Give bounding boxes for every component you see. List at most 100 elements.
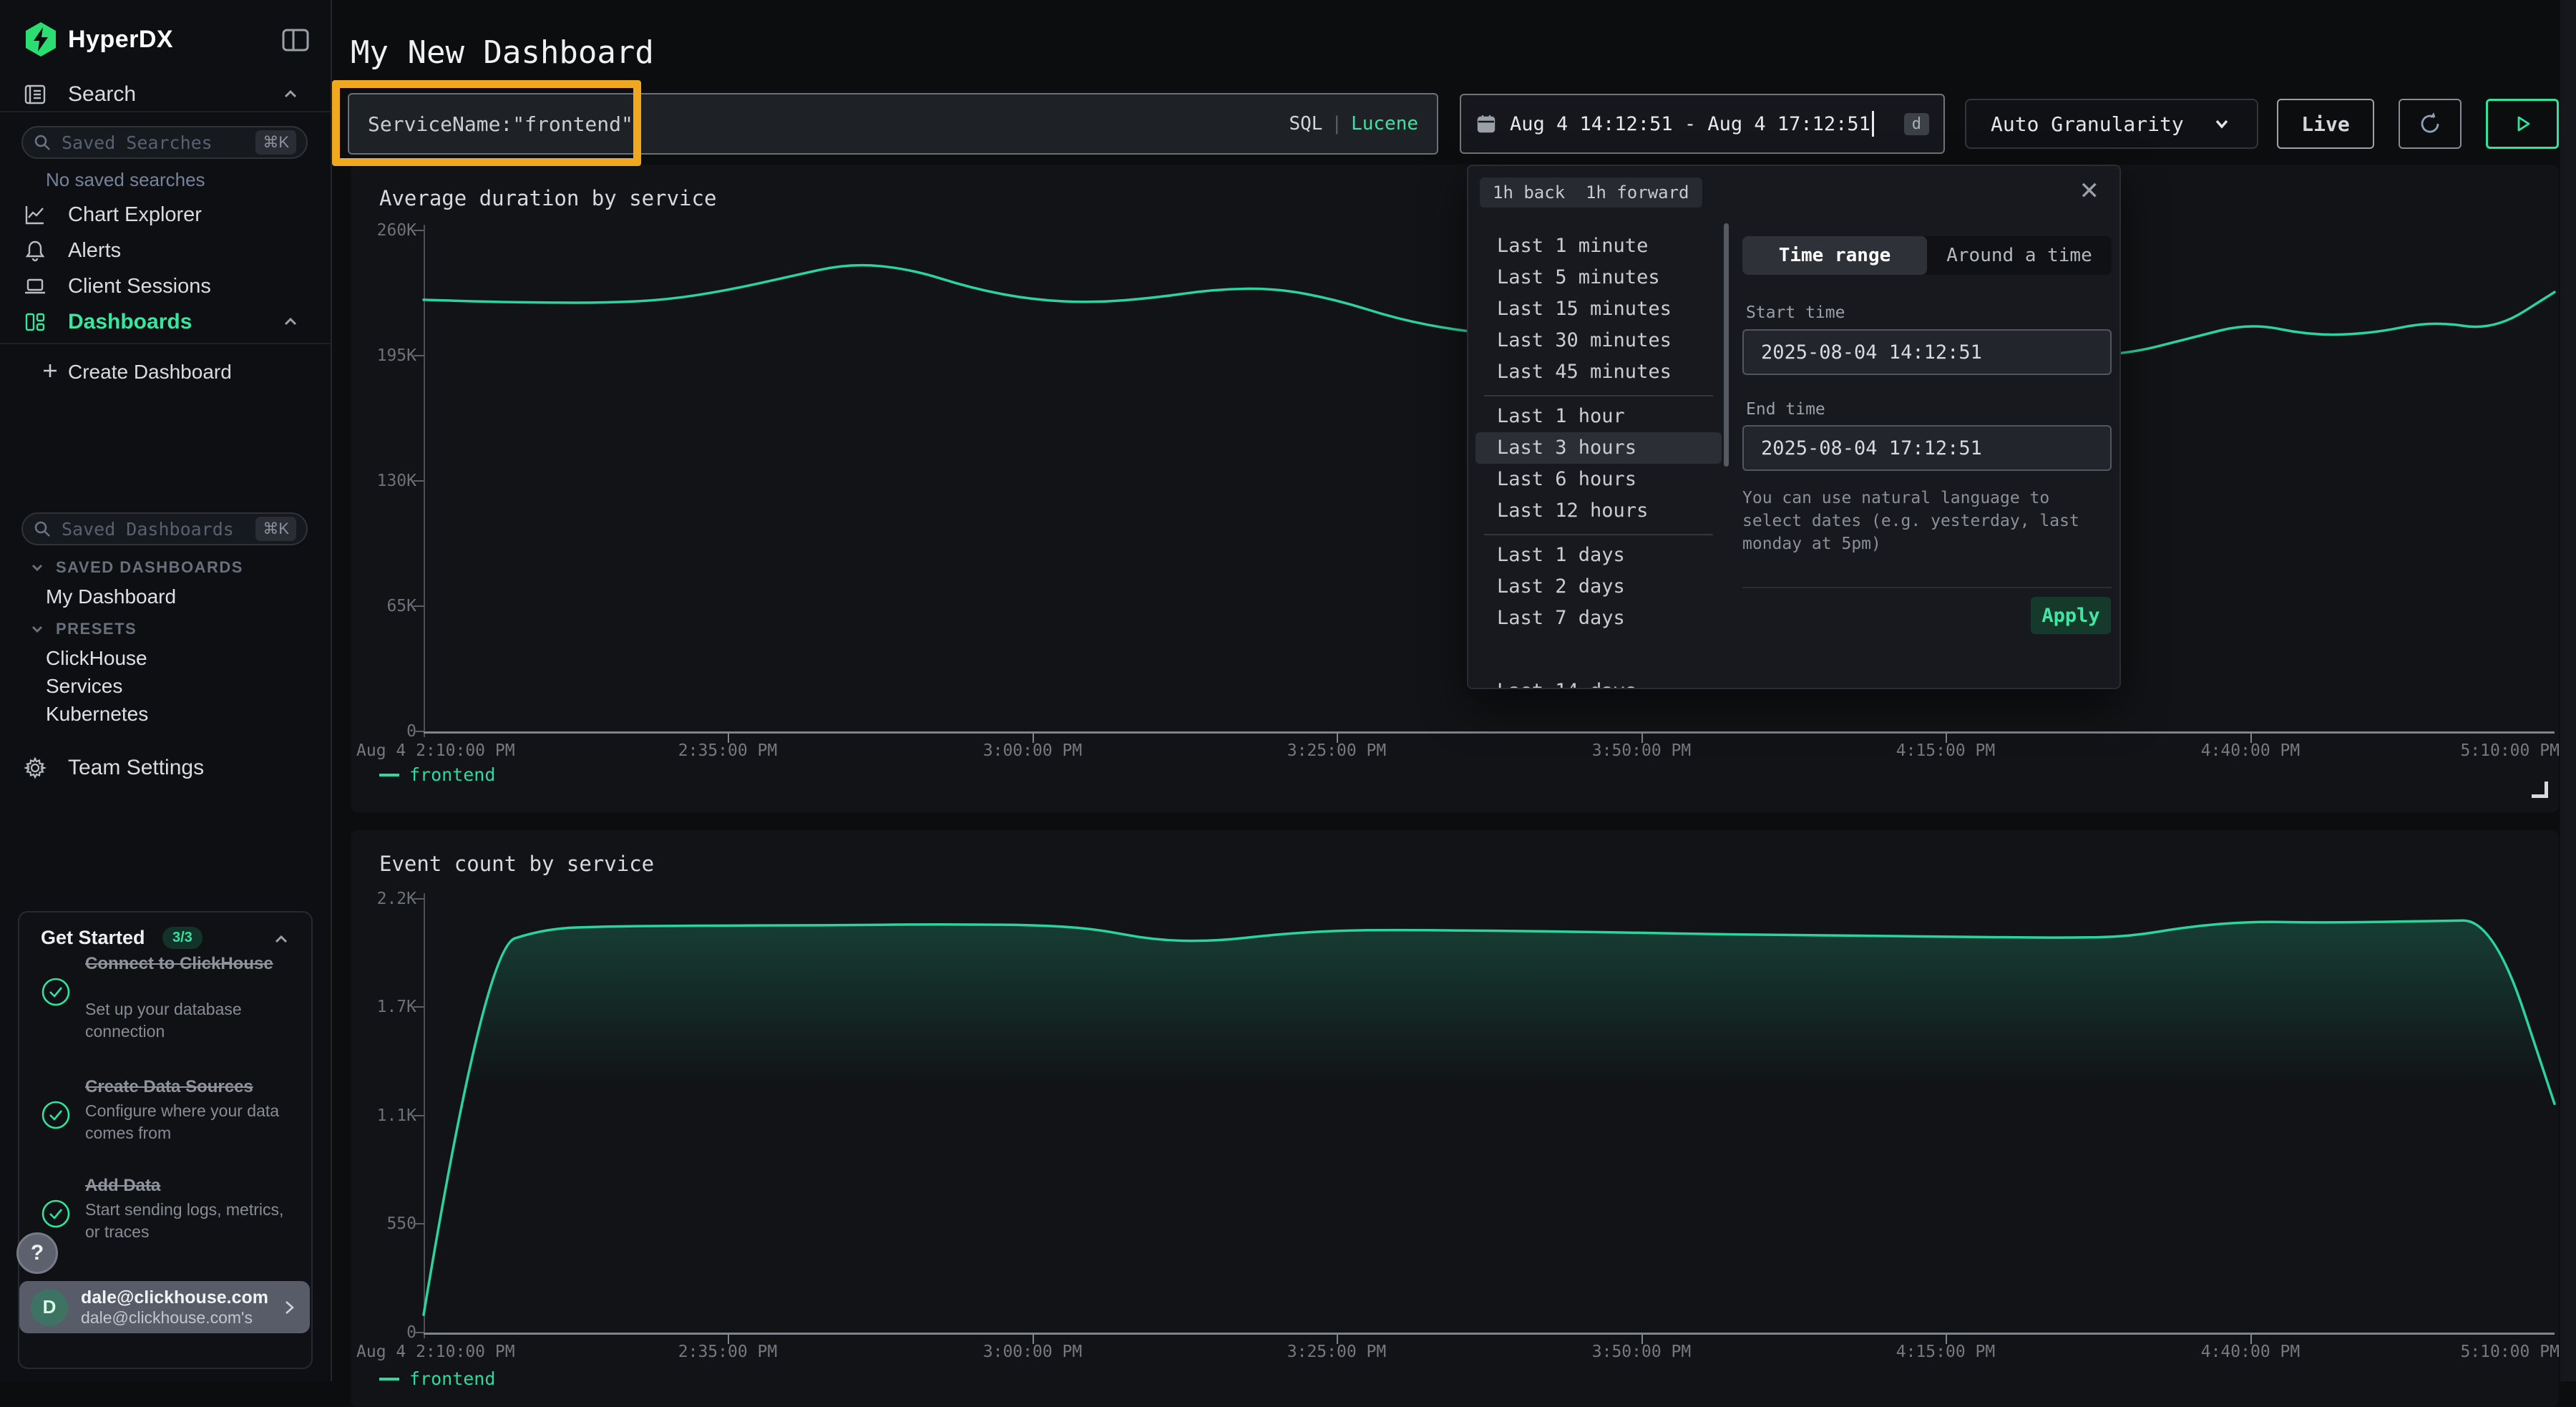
sidebar-link-kubernetes[interactable]: Kubernetes (46, 703, 148, 726)
brand-row: HyperDX (24, 21, 310, 59)
y-tick (414, 1332, 424, 1333)
time-option[interactable]: Last 1 minute (1475, 230, 1722, 262)
lucene-toggle[interactable]: Lucene (1351, 113, 1418, 135)
sidebar-item-alerts[interactable]: Alerts (0, 233, 331, 268)
sidebar-item-chart-explorer[interactable]: Chart Explorer (0, 198, 331, 232)
x-tick-label: 4:15:00 PM (1896, 741, 1995, 760)
app-root: HyperDX Search Saved Searches ⌘K No save… (0, 0, 2576, 1381)
play-button[interactable] (2486, 99, 2559, 149)
presets-section-header[interactable]: PRESETS (29, 620, 137, 638)
panel-resize-handle[interactable] (2532, 782, 2548, 798)
no-saved-searches-text: No saved searches (46, 169, 205, 191)
help-button[interactable]: ? (16, 1232, 58, 1274)
saved-dashboards-section-header[interactable]: SAVED DASHBOARDS (29, 558, 243, 577)
get-started-step-title[interactable]: Connect to ClickHouse (85, 953, 294, 975)
sidebar-link-my-dashboard[interactable]: My Dashboard (46, 585, 176, 608)
y-tick (414, 898, 424, 900)
time-option[interactable]: Last 14 days (1475, 676, 1722, 689)
time-option[interactable]: Last 6 hours (1475, 464, 1722, 495)
chevron-up-icon[interactable] (280, 84, 301, 104)
x-tick-label: 3:50:00 PM (1592, 1343, 1691, 1361)
time-option[interactable]: Last 7 days (1475, 603, 1722, 634)
sidebar-collapse-icon[interactable] (280, 24, 311, 56)
time-back-button[interactable]: 1h back (1480, 177, 1578, 208)
time-option-selected[interactable]: Last 3 hours (1475, 432, 1722, 464)
sidebar-item-dashboards[interactable]: Dashboards (0, 305, 331, 339)
saved-searches-input[interactable]: Saved Searches ⌘K (21, 126, 308, 159)
x-tick-label: 2:35:00 PM (678, 1343, 777, 1361)
area-chart-event-count[interactable] (424, 899, 2555, 1333)
refresh-button[interactable] (2399, 99, 2462, 149)
apply-button[interactable]: Apply (2031, 597, 2111, 634)
sql-toggle[interactable]: SQL (1289, 113, 1322, 135)
tab-time-range[interactable]: Time range (1742, 236, 1927, 275)
time-picker-tabs: Time range Around a time (1742, 236, 2112, 275)
time-option[interactable]: Last 45 minutes (1475, 356, 1722, 388)
x-tick-label: 2:35:00 PM (678, 741, 777, 760)
legend-series-label: frontend (409, 1368, 495, 1389)
x-tick-label: 3:00:00 PM (983, 1343, 1082, 1361)
saved-searches-placeholder: Saved Searches (62, 132, 255, 153)
live-label: Live (2301, 112, 2349, 136)
chevron-down-icon (29, 620, 46, 638)
page-scrollbar[interactable] (2560, 0, 2576, 1381)
divider (1742, 587, 2112, 588)
y-tick-label: 2.2K (355, 890, 416, 908)
chevron-up-icon[interactable] (271, 930, 291, 950)
chart-explorer-icon (24, 203, 47, 226)
x-tick-label: 3:25:00 PM (1287, 741, 1386, 760)
calendar-icon (1475, 113, 1497, 135)
tab-around-a-time[interactable]: Around a time (1927, 236, 2112, 275)
y-tick-label: 550 (355, 1214, 416, 1233)
close-icon[interactable]: ✕ (2079, 179, 2100, 203)
chevron-up-icon[interactable] (280, 312, 301, 332)
live-button[interactable]: Live (2277, 99, 2374, 149)
end-time-field[interactable]: 2025-08-04 17:12:51 (1742, 425, 2112, 471)
get-started-step-subtitle: Set up your database connection (85, 998, 294, 1043)
time-option[interactable]: Last 15 minutes (1475, 293, 1722, 325)
sidebar-item-client-sessions[interactable]: Client Sessions (0, 269, 331, 303)
sidebar: HyperDX Search Saved Searches ⌘K No save… (0, 0, 332, 1381)
start-time-label: Start time (1746, 303, 1845, 322)
user-menu[interactable]: D dale@clickhouse.com dale@clickhouse.co… (19, 1281, 310, 1333)
x-tick-label: 4:40:00 PM (2201, 741, 2300, 760)
sidebar-link-services[interactable]: Services (46, 675, 122, 698)
create-dashboard-button[interactable]: Create Dashboard (0, 355, 331, 389)
sidebar-item-label: Team Settings (68, 756, 204, 780)
y-tick-label: 0 (355, 1323, 416, 1342)
refresh-icon (2416, 109, 2444, 138)
saved-dashboards-placeholder: Saved Dashboards (62, 519, 255, 540)
sidebar-link-clickhouse[interactable]: ClickHouse (46, 647, 147, 670)
get-started-step-title[interactable]: Add Data (85, 1174, 294, 1197)
sidebar-item-search[interactable]: Search (0, 77, 331, 112)
brand-name: HyperDX (68, 26, 173, 54)
y-tick-label: 260K (355, 221, 416, 240)
sidebar-item-team-settings[interactable]: Team Settings (0, 751, 331, 785)
start-time-field[interactable]: 2025-08-04 14:12:51 (1742, 329, 2112, 375)
granularity-select[interactable]: Auto Granularity (1965, 99, 2258, 149)
saved-dashboards-input[interactable]: Saved Dashboards ⌘K (21, 512, 308, 545)
chevron-right-icon (280, 1298, 298, 1317)
text-caret (1872, 111, 1874, 137)
scrollbar-thumb[interactable] (1724, 223, 1729, 467)
time-option[interactable]: Last 1 hour (1475, 401, 1722, 432)
y-tick-label: 130K (355, 472, 416, 490)
time-option[interactable]: Last 30 minutes (1475, 325, 1722, 356)
time-forward-button[interactable]: 1h forward (1573, 177, 1702, 208)
x-tick-label: Aug 4 2:10:00 PM (356, 1343, 515, 1361)
y-tick (414, 731, 424, 732)
chart-legend[interactable]: frontend (379, 1368, 495, 1389)
query-search-input[interactable]: ServiceName:"frontend" SQL | Lucene (348, 93, 1438, 155)
chart-legend[interactable]: frontend (379, 764, 495, 785)
time-range-input[interactable]: Aug 4 14:12:51 - Aug 4 17:12:51 d (1460, 94, 1945, 154)
time-option[interactable]: Last 5 minutes (1475, 262, 1722, 293)
time-option[interactable]: Last 1 days (1475, 540, 1722, 571)
time-option[interactable]: Last 12 hours (1475, 495, 1722, 527)
user-email: dale@clickhouse.com (81, 1287, 280, 1308)
time-option[interactable]: Last 2 days (1475, 571, 1722, 603)
get-started-progress-badge: 3/3 (162, 927, 203, 949)
get-started-step-title[interactable]: Create Data Sources (85, 1076, 294, 1098)
time-picker-dropdown: 1h back 1h forward ✕ Last 1 minute Last … (1467, 165, 2121, 689)
divider (0, 343, 331, 344)
search-icon (33, 133, 52, 152)
